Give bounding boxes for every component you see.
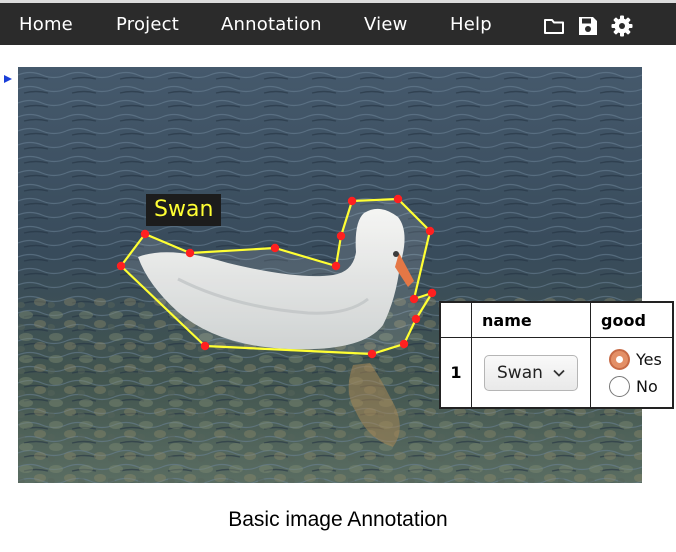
region-vertex[interactable] [427,288,437,298]
region-vertex[interactable] [411,314,421,324]
region-vertex[interactable] [185,248,195,258]
figure-caption: Basic image Annotation [228,508,448,531]
image-canvas[interactable] [18,67,642,483]
row-index: 1 [440,337,472,408]
region-vertex[interactable] [399,339,409,349]
region-vertex[interactable] [393,194,403,204]
menu-project[interactable]: Project [116,14,179,35]
good-cell: Yes No [590,337,673,408]
menu-annotation[interactable]: Annotation [221,14,322,35]
menu-bar: Home Project Annotation View Help [0,0,676,45]
region-vertex[interactable] [140,229,150,239]
region-vertex[interactable] [409,294,419,304]
radio-no[interactable] [609,375,630,397]
menu-view[interactable]: View [364,14,408,35]
header-good: good [590,302,673,338]
header-index [440,302,472,338]
attribute-header-row: name good [440,302,673,338]
radio-no-label: No [636,376,658,396]
expand-panel-arrow-icon[interactable] [3,74,13,84]
region-vertex[interactable] [270,243,280,253]
region-vertex[interactable] [367,349,377,359]
header-name: name [471,302,591,338]
good-option-no[interactable]: No [609,373,672,400]
name-select-value: Swan [497,362,543,383]
radio-yes-label: Yes [636,349,662,369]
attribute-table: name good 1 Swan Yes No [440,302,673,408]
region-vertex[interactable] [331,261,341,271]
region-vertex[interactable] [336,231,346,241]
save-icon[interactable] [577,15,599,37]
region-vertex[interactable] [425,226,435,236]
radio-yes[interactable] [609,348,630,370]
folder-icon[interactable] [543,15,565,37]
menu-help[interactable]: Help [450,14,492,35]
region-vertex[interactable] [200,341,210,351]
region-vertex[interactable] [116,261,126,271]
name-select[interactable]: Swan [484,354,578,391]
table-row: 1 Swan Yes No [440,337,673,408]
menu-home[interactable]: Home [19,14,73,35]
region-vertex[interactable] [347,196,357,206]
region-label[interactable]: Swan [146,194,222,226]
name-cell: Swan [471,337,591,408]
region-attribute-panel: name good 1 Swan Yes No [439,301,674,409]
chevron-down-icon [553,369,565,377]
gear-icon[interactable] [611,15,633,37]
good-option-yes[interactable]: Yes [609,346,672,373]
